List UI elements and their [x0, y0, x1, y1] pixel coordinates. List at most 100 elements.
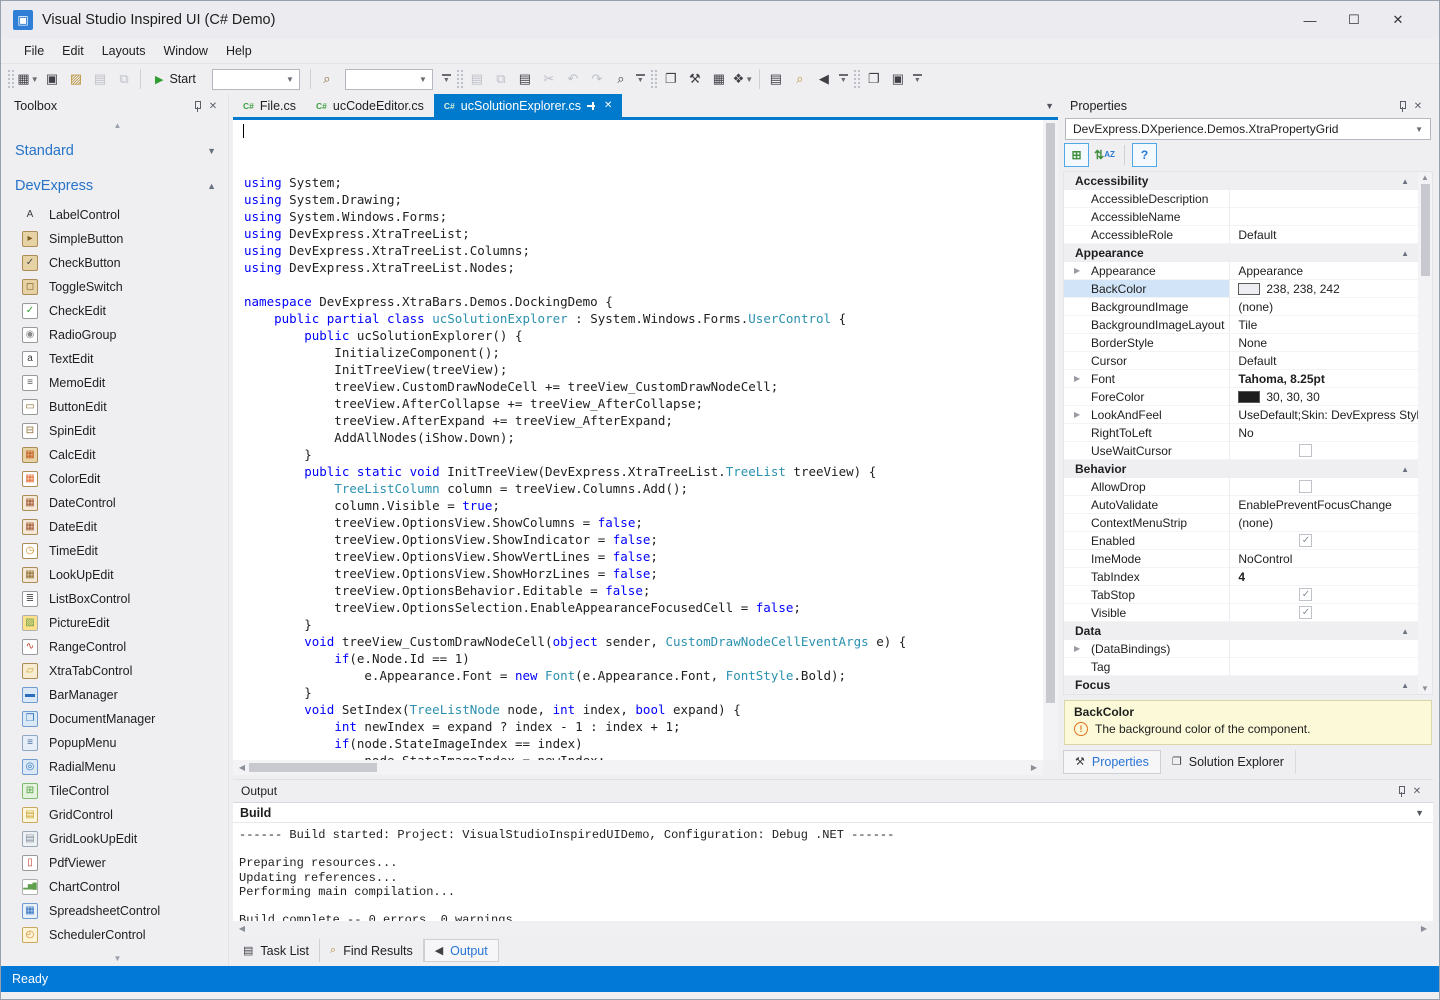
- output-icon[interactable]: ◀: [812, 67, 836, 91]
- code-editor[interactable]: using System;using System.Drawing;using …: [233, 120, 1043, 760]
- property-value[interactable]: 4: [1230, 568, 1418, 585]
- property-value[interactable]: [1230, 640, 1418, 657]
- minimize-button[interactable]: —: [1295, 7, 1325, 33]
- toolbox-item-popupmenu[interactable]: ≡PopupMenu: [7, 731, 228, 755]
- property-value[interactable]: [1230, 478, 1418, 495]
- property-value[interactable]: Tahoma, 8.25pt: [1230, 370, 1418, 387]
- expand-icon[interactable]: ▶: [1074, 266, 1080, 275]
- property-section-data[interactable]: Data▲: [1064, 622, 1418, 640]
- toolbox-group-devexpress[interactable]: DevExpress▲: [7, 168, 228, 203]
- toolbox-item-textedit[interactable]: aTextEdit: [7, 347, 228, 371]
- property-row[interactable]: BackgroundImage(none): [1064, 298, 1418, 316]
- toolbox-item-spreadsheetcontrol[interactable]: ▦SpreadsheetControl: [7, 899, 228, 923]
- property-value[interactable]: [1230, 658, 1418, 675]
- menu-item-window[interactable]: Window: [154, 41, 216, 61]
- layout-dropdown-icon[interactable]: ▦▼: [16, 67, 40, 91]
- scroll-right-icon[interactable]: ▶: [1418, 924, 1430, 933]
- dock-tab-task-list[interactable]: ▤Task List: [233, 939, 320, 962]
- close-icon[interactable]: ✕: [1409, 784, 1425, 798]
- dock-tab-find-results[interactable]: ⌕Find Results: [320, 939, 424, 962]
- property-value[interactable]: 30, 30, 30: [1230, 388, 1418, 405]
- expand-icon[interactable]: ▶: [1074, 374, 1080, 383]
- property-value[interactable]: Tile: [1230, 316, 1418, 333]
- toolbox-item-coloredit[interactable]: ▦ColorEdit: [7, 467, 228, 491]
- find-results-icon[interactable]: ⌕: [788, 67, 812, 91]
- property-value[interactable]: Default: [1230, 226, 1418, 243]
- dock-tab-output[interactable]: ◀Output: [424, 939, 499, 962]
- tab-uccodeeditor-cs[interactable]: C#ucCodeEditor.cs: [306, 94, 434, 117]
- expand-icon[interactable]: ▶: [1074, 644, 1080, 653]
- property-value[interactable]: ✓: [1230, 604, 1418, 621]
- toolbox-item-checkbutton[interactable]: ✓CheckButton: [7, 251, 228, 275]
- close-icon[interactable]: ✕: [1410, 99, 1426, 113]
- property-value[interactable]: NoControl: [1230, 550, 1418, 567]
- close-button[interactable]: ✕: [1383, 7, 1413, 33]
- panel-tab-properties[interactable]: ⚒Properties: [1063, 750, 1161, 774]
- property-value[interactable]: Appearance: [1230, 262, 1418, 279]
- property-section-accessibility[interactable]: Accessibility▲: [1064, 172, 1418, 190]
- property-pages-icon[interactable]: ?: [1132, 143, 1157, 167]
- close-icon[interactable]: ✕: [604, 100, 612, 111]
- tab-ucsolutionexplorer-cs[interactable]: C#ucSolutionExplorer.cs✕: [434, 94, 622, 117]
- pin-icon[interactable]: [587, 101, 596, 110]
- checkbox-icon[interactable]: [1299, 444, 1312, 457]
- toolbar-grip[interactable]: [456, 69, 463, 89]
- toolbar-overflow-icon[interactable]: ▼: [636, 74, 645, 84]
- open-folder-icon[interactable]: ▨: [64, 67, 88, 91]
- editor-vertical-scrollbar[interactable]: [1043, 120, 1058, 760]
- toolbox-item-toggleswitch[interactable]: ◻ToggleSwitch: [7, 275, 228, 299]
- toolbox-item-radialmenu[interactable]: ◎RadialMenu: [7, 755, 228, 779]
- property-value[interactable]: 238, 238, 242: [1230, 280, 1418, 297]
- toolbox-scroll-down[interactable]: ▼: [7, 951, 228, 966]
- start-button[interactable]: ▶Start: [145, 72, 206, 86]
- property-row[interactable]: AllowDrop: [1064, 478, 1418, 496]
- property-value[interactable]: (none): [1230, 514, 1418, 531]
- tab-file-cs[interactable]: C#File.cs: [233, 94, 306, 117]
- toolbox-group-standard[interactable]: Standard▼: [7, 133, 228, 168]
- property-value[interactable]: None: [1230, 334, 1418, 351]
- property-row[interactable]: ContextMenuStrip(none): [1064, 514, 1418, 532]
- categorized-icon[interactable]: ⊞: [1064, 143, 1089, 167]
- toolbox-item-barmanager[interactable]: ▬BarManager: [7, 683, 228, 707]
- property-value[interactable]: EnablePreventFocusChange: [1230, 496, 1418, 513]
- pin-icon[interactable]: [189, 99, 205, 113]
- toolbox-item-chartcontrol[interactable]: ▂▆█ChartControl: [7, 875, 228, 899]
- property-row[interactable]: ForeColor30, 30, 30: [1064, 388, 1418, 406]
- toolbox-item-simplebutton[interactable]: ▸SimpleButton: [7, 227, 228, 251]
- toolbox-item-schedulercontrol[interactable]: ◴SchedulerControl: [7, 923, 228, 947]
- property-section-appearance[interactable]: Appearance▲: [1064, 244, 1418, 262]
- pin-icon[interactable]: [1393, 784, 1409, 798]
- property-row[interactable]: AutoValidateEnablePreventFocusChange: [1064, 496, 1418, 514]
- toolbox-item-dateedit[interactable]: ▦DateEdit: [7, 515, 228, 539]
- property-value[interactable]: No: [1230, 424, 1418, 441]
- menu-item-edit[interactable]: Edit: [53, 41, 93, 61]
- toolbox-item-pdfviewer[interactable]: ▯PdfViewer: [7, 851, 228, 875]
- property-row[interactable]: ▶LookAndFeelUseDefault;Skin: DevExpress …: [1064, 406, 1418, 424]
- toolbox-item-listboxcontrol[interactable]: ≣ListBoxControl: [7, 587, 228, 611]
- dock-window-icon[interactable]: ❐: [862, 67, 886, 91]
- tab-list-dropdown-icon[interactable]: ▼: [1045, 101, 1054, 111]
- pin-window-icon[interactable]: ▣: [886, 67, 910, 91]
- toolbox-item-timeedit[interactable]: ◷TimeEdit: [7, 539, 228, 563]
- property-value[interactable]: [1230, 190, 1418, 207]
- alphabetical-icon[interactable]: ⇅AZ: [1092, 143, 1117, 167]
- toolbar-grip[interactable]: [7, 69, 14, 89]
- wrench-icon[interactable]: ⚒: [683, 67, 707, 91]
- scroll-right-icon[interactable]: ▶: [1028, 763, 1040, 772]
- property-value[interactable]: UseDefault;Skin: DevExpress Style: [1230, 406, 1418, 423]
- toolbox-item-pictureedit[interactable]: ▨PictureEdit: [7, 611, 228, 635]
- toolbox-item-memoedit[interactable]: ≡MemoEdit: [7, 371, 228, 395]
- menu-item-file[interactable]: File: [15, 41, 53, 61]
- property-row[interactable]: AccessibleRoleDefault: [1064, 226, 1418, 244]
- property-row[interactable]: ▶FontTahoma, 8.25pt: [1064, 370, 1418, 388]
- menu-item-layouts[interactable]: Layouts: [93, 41, 155, 61]
- property-row[interactable]: Visible✓: [1064, 604, 1418, 622]
- property-section-behavior[interactable]: Behavior▲: [1064, 460, 1418, 478]
- property-row[interactable]: AccessibleDescription: [1064, 190, 1418, 208]
- property-row[interactable]: ▶AppearanceAppearance: [1064, 262, 1418, 280]
- toolbar-overflow-icon[interactable]: ▼: [442, 74, 451, 84]
- property-row[interactable]: TabStop✓: [1064, 586, 1418, 604]
- scroll-left-icon[interactable]: ◀: [236, 763, 248, 772]
- property-section-focus[interactable]: Focus▲: [1064, 676, 1418, 694]
- property-value[interactable]: Default: [1230, 352, 1418, 369]
